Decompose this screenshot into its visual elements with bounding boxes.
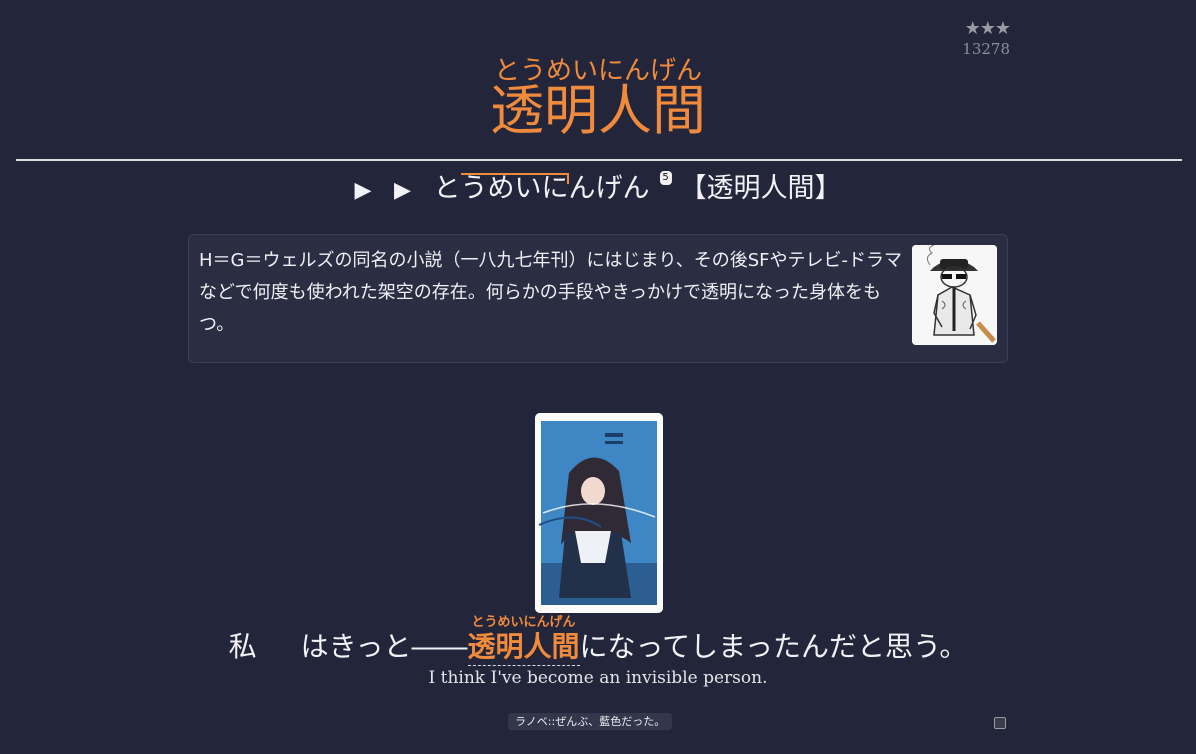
- headword: とうめいにんげん 透明人間: [0, 54, 1196, 140]
- frequency-rating: ★★★ 13278: [950, 18, 1011, 58]
- source-tag[interactable]: ラノベ::ぜんぶ、藍色だった。: [508, 713, 673, 730]
- sentence-before: はきっと――: [300, 630, 468, 663]
- headword-expression: 透明人間: [490, 79, 706, 142]
- sentence-after: になってしまったんだと思う。: [579, 630, 968, 663]
- book-cover: [535, 413, 663, 613]
- kanji-form: 【透明人間】: [679, 173, 842, 204]
- sentence-translation: I think I've become an invisible person.: [428, 668, 768, 688]
- pitch-reading-high: とうめいに: [433, 173, 569, 204]
- sentence-start: 私: [228, 630, 257, 663]
- play-icon[interactable]: ▶: [394, 170, 411, 212]
- invisible-man-sketch-icon: [912, 245, 997, 345]
- play-icon[interactable]: ▶: [354, 170, 371, 212]
- highlight-reading: とうめいにんげん: [471, 615, 576, 630]
- pitch-accent-badge: 5: [659, 171, 672, 185]
- sentence-highlight[interactable]: とうめいにんげん 透明人間: [467, 615, 580, 666]
- definition-text: H＝G＝ウェルズの同名の小説（一八九七年刊）にはじまり、その後SFやテレビ‐ドラ…: [199, 250, 903, 335]
- highlight-word: 透明人間: [467, 630, 580, 663]
- pitch-accent-line: [460, 173, 569, 175]
- pitch-accent-drop: [566, 173, 569, 184]
- pitch-reading: とうめいに: [434, 168, 569, 210]
- pitch-accent-row: ▶ ▶ とうめいに んげん 5 【透明人間】: [0, 168, 1196, 212]
- star-rating: ★★★: [964, 18, 1011, 39]
- divider: [16, 159, 1182, 161]
- pitch-reading-low: んげん: [568, 173, 650, 204]
- example-sentence: 私 はきっと―― とうめいにんげん 透明人間になってしまったんだと思う。: [0, 615, 1196, 668]
- definition-card: H＝G＝ウェルズの同名の小説（一八九七年刊）にはじまり、その後SFやテレビ‐ドラ…: [188, 234, 1008, 363]
- checkbox[interactable]: [994, 717, 1006, 729]
